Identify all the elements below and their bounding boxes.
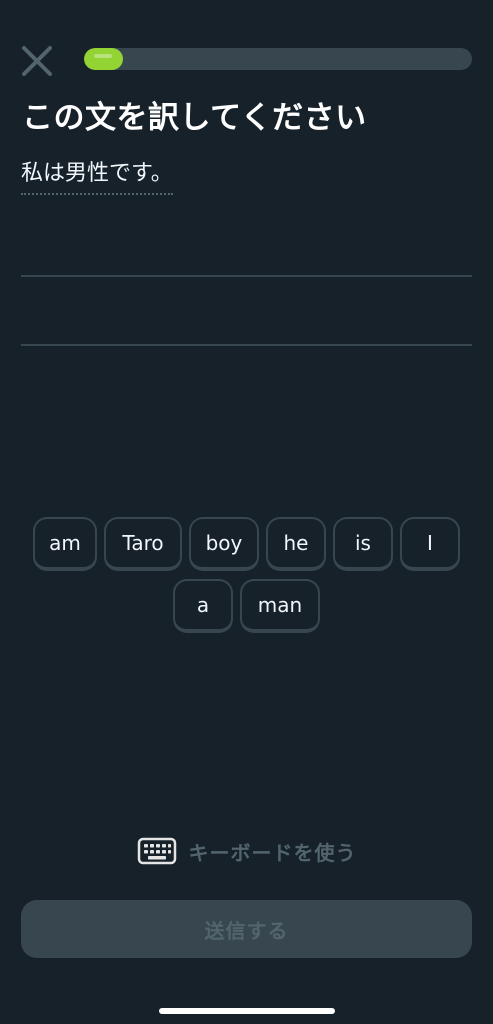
word-tile[interactable]: am bbox=[33, 517, 97, 571]
word-tile[interactable]: a bbox=[173, 579, 233, 633]
word-tile[interactable]: he bbox=[266, 517, 326, 571]
use-keyboard-toggle[interactable]: キーボードを使う bbox=[0, 836, 493, 866]
keyboard-icon bbox=[137, 837, 176, 865]
submit-button[interactable]: 送信する bbox=[21, 900, 472, 958]
prompt-sentence[interactable]: 私は男性です。 bbox=[21, 155, 173, 195]
use-keyboard-label: キーボードを使う bbox=[188, 840, 357, 865]
answer-line-2 bbox=[21, 344, 472, 346]
answer-line-1 bbox=[21, 275, 472, 277]
progress-fill bbox=[84, 48, 123, 70]
word-tile[interactable]: I bbox=[400, 517, 460, 571]
progress-bar bbox=[84, 48, 472, 70]
word-tile[interactable]: Taro bbox=[104, 517, 182, 571]
word-bank: am Taro boy he is I a man bbox=[0, 517, 493, 633]
word-tile[interactable]: boy bbox=[189, 517, 259, 571]
page-title: この文を訳してください bbox=[22, 100, 367, 136]
word-tile[interactable]: man bbox=[240, 579, 320, 633]
home-indicator bbox=[159, 1008, 335, 1014]
word-tile[interactable]: is bbox=[333, 517, 393, 571]
close-icon bbox=[22, 46, 52, 76]
progress-highlight bbox=[94, 54, 112, 58]
close-button[interactable] bbox=[18, 42, 56, 80]
